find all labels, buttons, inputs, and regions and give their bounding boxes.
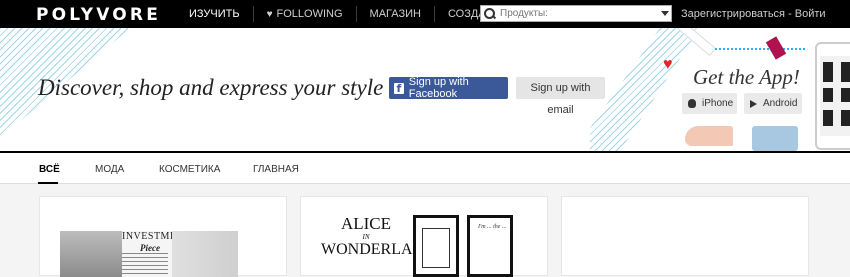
play-store-icon: [750, 99, 757, 108]
card-thumbnail: INVESTMENT Piece: [60, 231, 238, 277]
facebook-signup-button[interactable]: f Sign up with Facebook: [389, 76, 508, 100]
product-image: [841, 62, 850, 82]
coat-photo: [172, 231, 238, 277]
card-thumbnail: ALICE IN WONDERLAND I'm ... the ...: [321, 215, 521, 277]
heart-icon: ♥: [266, 9, 273, 20]
phone-screen: [820, 56, 850, 136]
search-input[interactable]: [497, 6, 647, 21]
facebook-icon: f: [394, 82, 404, 94]
hero-banner: Discover, shop and express your style f …: [0, 28, 850, 151]
product-image: [823, 62, 833, 82]
decorative-dotted-line: [715, 40, 805, 50]
card-text-lines: [122, 253, 168, 277]
framed-print: [413, 215, 459, 277]
apple-icon: [688, 99, 696, 108]
print-text: I'm ... the ...: [478, 224, 507, 230]
pen-image: [663, 28, 717, 57]
product-image: [823, 88, 833, 102]
feed-card[interactable]: INVESTMENT Piece: [39, 196, 287, 277]
android-label: Android: [763, 98, 798, 109]
nav-explore[interactable]: ИЗУЧИТЬ: [176, 6, 254, 22]
active-tab-indicator: [38, 182, 58, 184]
search-box: [480, 5, 672, 22]
nav-following-label: FOLLOWING: [276, 8, 343, 20]
product-image: [823, 110, 833, 126]
tab-beauty[interactable]: КОСМЕТИКА: [159, 164, 220, 175]
tab-fashion[interactable]: МОДА: [95, 164, 124, 175]
poster-line-1: ALICE: [340, 214, 392, 233]
category-tabs: ВСЁ МОДА КОСМЕТИКА ГЛАВНАЯ: [0, 151, 850, 184]
app-promo: ♥ Get the App! iPhone Android: [620, 28, 850, 151]
jeans-image: [752, 126, 798, 151]
product-image: [841, 88, 850, 102]
tab-home[interactable]: ГЛАВНАЯ: [253, 164, 299, 175]
hero-tagline: Discover, shop and express your style: [38, 75, 384, 100]
search-icon[interactable]: [483, 7, 497, 21]
print-artwork: [422, 228, 450, 268]
chevron-down-icon[interactable]: [661, 11, 669, 16]
model-photo: [60, 231, 122, 277]
tab-all[interactable]: ВСЁ: [39, 164, 60, 175]
nav-shop[interactable]: МАГАЗИН: [357, 6, 435, 22]
facebook-signup-label: Sign up with Facebook: [408, 76, 469, 100]
poster-line-2: IN: [362, 233, 370, 241]
top-navigation-bar: POLYVORE ИЗУЧИТЬ ♥ FOLLOWING МАГАЗИН СОЗД…: [0, 0, 850, 28]
poster-line-3: WONDERLAND: [321, 241, 436, 258]
polyvore-logo[interactable]: POLYVORE: [36, 5, 161, 25]
email-signup-button[interactable]: Sign up with email: [516, 77, 605, 116]
phone-mockup: [815, 42, 850, 150]
red-heart-icon: ♥: [663, 56, 673, 73]
card-subtitle: Piece: [140, 243, 160, 253]
get-app-title: Get the App!: [693, 65, 800, 89]
main-nav: ИЗУЧИТЬ ♥ FOLLOWING МАГАЗИН СОЗДАТЬ: [176, 0, 512, 28]
nav-following[interactable]: ♥ FOLLOWING: [254, 6, 357, 22]
product-image: [841, 110, 850, 126]
feed-card[interactable]: [561, 196, 809, 276]
signup-login-link[interactable]: Зарегистрироваться - Войти: [681, 0, 826, 28]
android-app-button[interactable]: Android: [744, 93, 802, 114]
feed-card[interactable]: ALICE IN WONDERLAND I'm ... the ...: [300, 196, 548, 277]
iphone-app-button[interactable]: iPhone: [682, 93, 737, 114]
shoe-image: [685, 126, 733, 146]
framed-print: I'm ... the ...: [467, 215, 513, 277]
alice-poster: ALICE IN WONDERLAND: [321, 214, 436, 259]
iphone-label: iPhone: [702, 98, 734, 109]
